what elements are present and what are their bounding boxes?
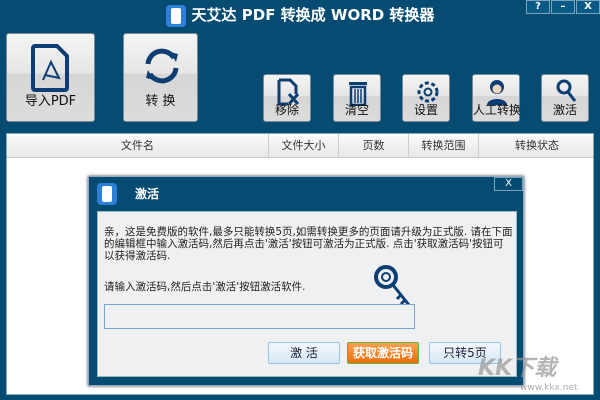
dialog-message: 亲，这是免费版的软件,最多只能转换5页,如需转换更多的页面请升级为正式版. 请在… bbox=[104, 226, 513, 262]
minimize-button[interactable]: – bbox=[551, 0, 575, 14]
dialog-close-button[interactable]: X bbox=[494, 177, 523, 191]
dialog-logo-icon bbox=[97, 183, 117, 205]
activate-button[interactable]: 激活 bbox=[541, 74, 589, 122]
col-pages[interactable]: 页数 bbox=[339, 134, 409, 158]
dialog-prompt: 请输入激活码,然后点击'激活'按钮激活软件. bbox=[104, 281, 306, 293]
manual-convert-button[interactable]: 人工转换 bbox=[472, 74, 521, 122]
col-filename[interactable]: 文件名 bbox=[7, 134, 269, 158]
close-button[interactable]: X bbox=[576, 0, 600, 14]
pdf-file-icon bbox=[31, 44, 69, 92]
col-range[interactable]: 转换范围 bbox=[409, 134, 479, 158]
dialog-title: 激活 bbox=[135, 187, 160, 201]
activate-confirm-button[interactable]: 激 活 bbox=[268, 342, 340, 364]
watermark-url: www.kkx.net bbox=[520, 383, 578, 393]
convert-button[interactable]: 转 换 bbox=[123, 33, 198, 122]
col-filesize[interactable]: 文件大小 bbox=[269, 134, 339, 158]
window-title: 天艾达 PDF 转换成 WORD 转换器 bbox=[0, 4, 600, 27]
clear-button[interactable]: 清空 bbox=[333, 74, 381, 122]
import-pdf-button[interactable]: 导入PDF bbox=[6, 33, 95, 122]
get-code-button[interactable]: 获取激活码 bbox=[347, 342, 419, 364]
remove-button[interactable]: 移除 bbox=[263, 74, 311, 122]
watermark-brand: KK下载 bbox=[478, 356, 557, 381]
activation-dialog: 激活 X 亲，这是免费版的软件,最多只能转换5页,如需转换更多的页面请升级为正式… bbox=[88, 176, 524, 386]
table-header: 文件名 文件大小 页数 转换范围 转换状态 bbox=[7, 134, 593, 158]
help-button[interactable]: ? bbox=[526, 0, 550, 14]
app-logo-icon bbox=[165, 4, 186, 27]
refresh-icon bbox=[145, 48, 179, 84]
settings-button[interactable]: 设置 bbox=[402, 74, 450, 122]
col-status[interactable]: 转换状态 bbox=[479, 134, 595, 158]
activation-code-input[interactable] bbox=[104, 304, 415, 329]
